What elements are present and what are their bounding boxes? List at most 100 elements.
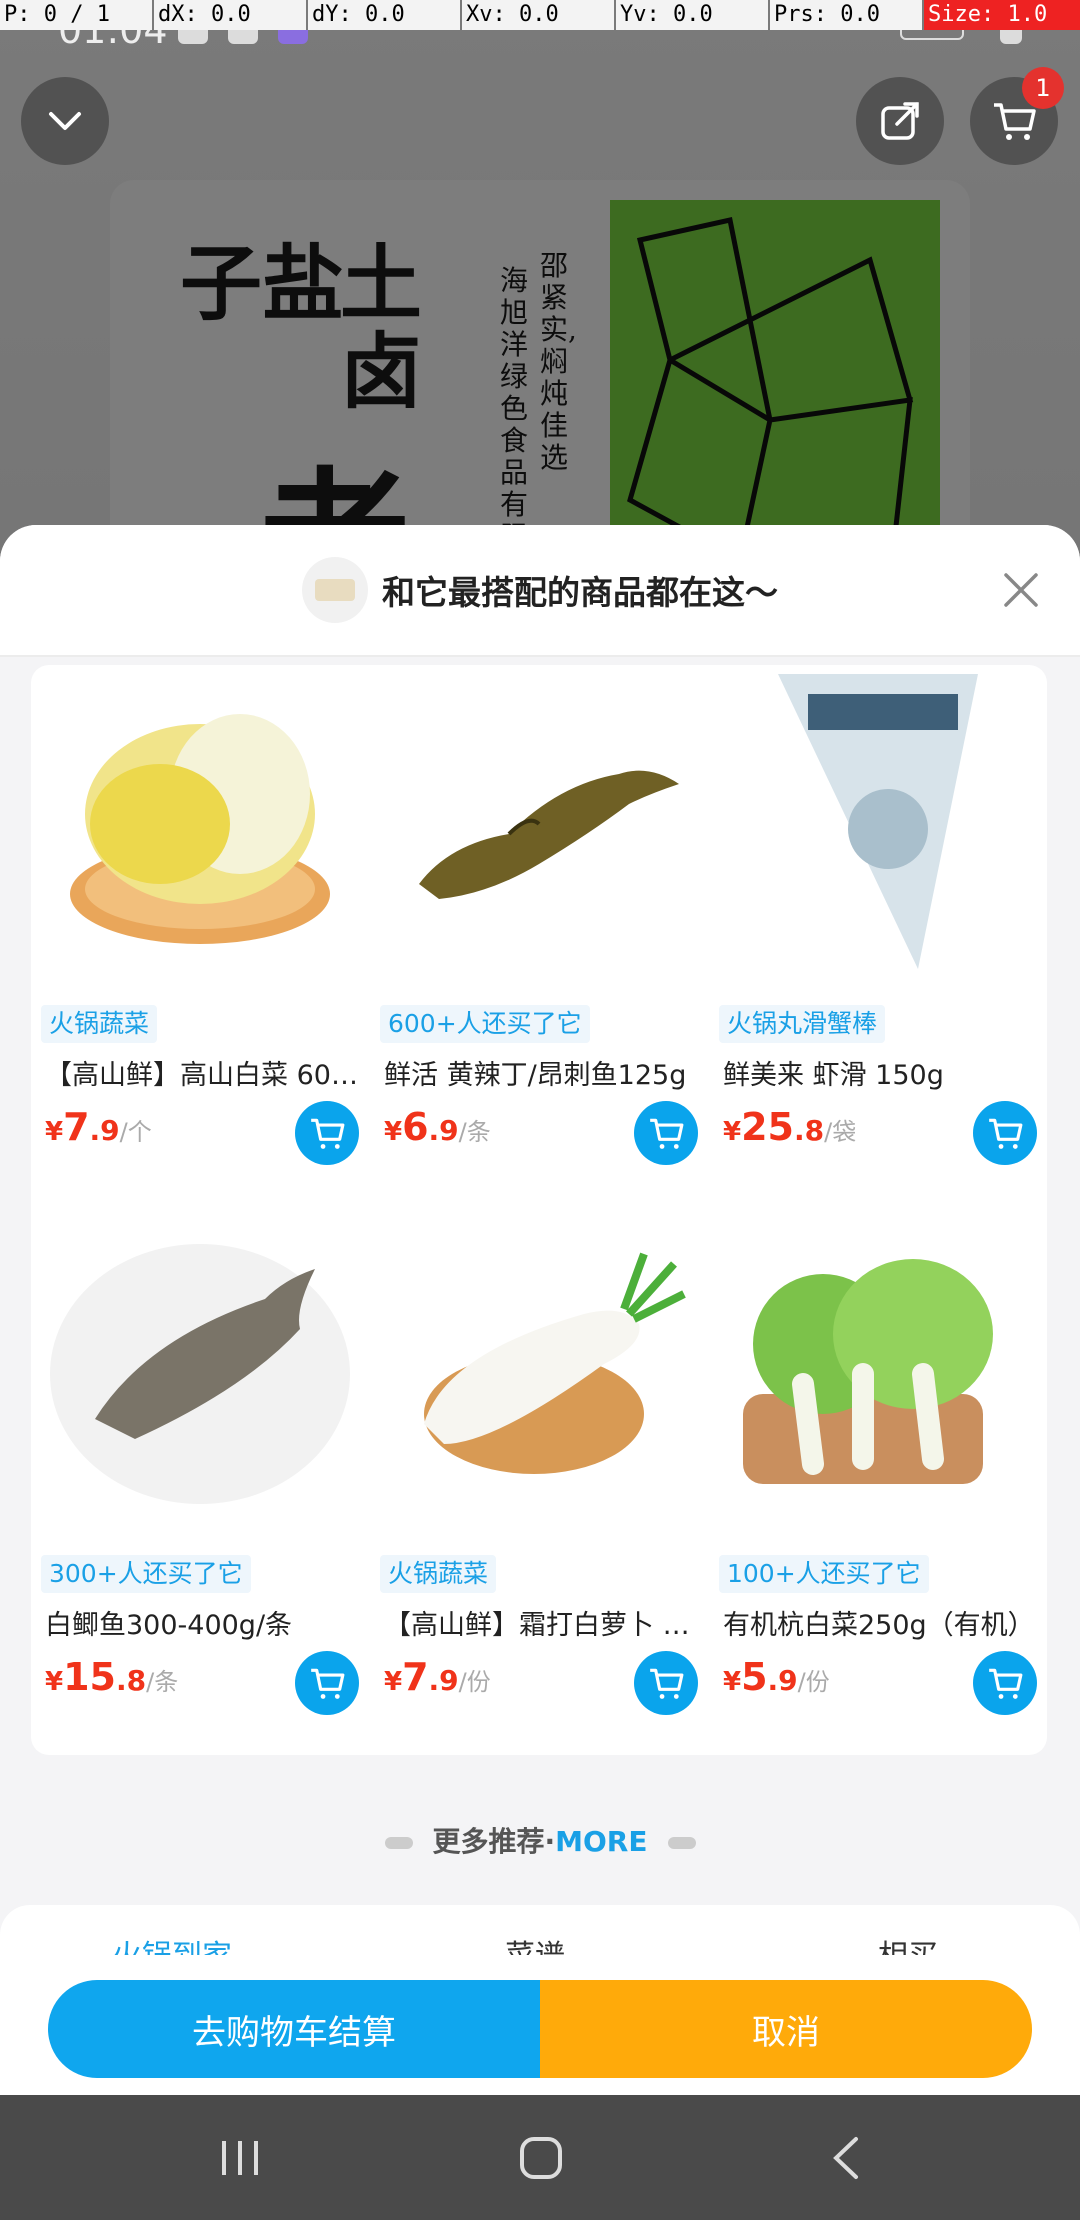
pointer-debug-bar: P: 0 / 1 dX: 0.0 dY: 0.0 Xv: 0.0 Yv: 0.0… (0, 0, 1080, 30)
price-integer: 15 (63, 1655, 116, 1699)
product-name: 【高山鲜】霜打白萝卜 500g (384, 1610, 698, 1641)
checkout-button[interactable]: 去购物车结算 (48, 1980, 540, 2078)
cart-count-badge: 1 (1022, 67, 1064, 109)
product-price: ¥6.9/条 (384, 1105, 491, 1149)
catfish-image (380, 665, 698, 983)
price-integer: 7 (63, 1105, 90, 1149)
more-label: 更多推荐· (432, 1825, 556, 1858)
bokchoy-image (719, 1215, 1037, 1533)
action-button-bar: 去购物车结算 取消 (48, 1980, 1032, 2078)
recent-apps-icon[interactable] (218, 2137, 262, 2179)
add-to-cart-button[interactable] (973, 1651, 1037, 1715)
product-price: ¥5.9/份 (723, 1655, 830, 1699)
product-price: ¥7.9/份 (384, 1655, 491, 1699)
price-integer: 25 (741, 1105, 794, 1149)
product-thumbnail (302, 557, 368, 623)
price-decimal: .9 (767, 1664, 798, 1697)
tab-buy-together[interactable]: 相买 (878, 1931, 938, 1955)
product-card[interactable]: 火锅丸滑蟹棒 鲜美来 虾滑 150g ¥25.8/袋 (709, 665, 1047, 1210)
add-to-cart-button[interactable] (295, 1651, 359, 1715)
product-price: ¥25.8/袋 (723, 1105, 856, 1149)
cart-icon (989, 1118, 1023, 1149)
price-decimal: .9 (428, 1114, 459, 1147)
add-to-cart-button[interactable] (634, 1651, 698, 1715)
product-card[interactable]: 火锅蔬菜 【高山鲜】霜打白萝卜 500g ¥7.9/份 (370, 1215, 708, 1760)
product-tag: 火锅蔬菜 (41, 1005, 158, 1043)
price-unit: /份 (458, 1668, 491, 1696)
product-name: 鲜美来 虾滑 150g (723, 1060, 944, 1091)
product-price: ¥7.9/个 (45, 1105, 152, 1149)
product-tag: 火锅蔬菜 (380, 1555, 497, 1593)
debug-dy: dY: 0.0 (308, 0, 462, 30)
more-recommendations[interactable]: 更多推荐·MORE (0, 1820, 1080, 1860)
cart-icon (311, 1118, 345, 1149)
add-to-cart-button[interactable] (973, 1101, 1037, 1165)
product-tag: 300+人还买了它 (41, 1555, 251, 1593)
tab-recipes[interactable]: 菜谱 (505, 1931, 565, 1955)
debug-p: P: 0 / 1 (0, 0, 154, 30)
tofu-image (315, 579, 355, 601)
product-tag: 600+人还买了它 (380, 1005, 590, 1043)
cart-icon (989, 1668, 1023, 1699)
price-currency: ¥ (45, 1667, 64, 1697)
crucian-fish-image (41, 1215, 359, 1533)
debug-dx: dX: 0.0 (154, 0, 308, 30)
system-nav-bar (0, 2095, 1080, 2220)
product-price: ¥15.8/条 (45, 1655, 178, 1699)
more-label-en: MORE (555, 1825, 648, 1858)
debug-yv: Yv: 0.0 (616, 0, 770, 30)
debug-xv: Xv: 0.0 (462, 0, 616, 30)
recommendation-sheet: 和它最搭配的商品都在这～ 火锅蔬菜 【高山鲜】高山白菜 600g ¥7.9/个 … (0, 525, 1080, 2095)
tab-hotpot[interactable]: 火锅到家 (112, 1931, 232, 1955)
back-icon[interactable] (828, 2135, 864, 2181)
cart-button[interactable]: 1 (970, 67, 1064, 165)
price-unit: /条 (458, 1118, 491, 1146)
cart-icon (311, 1668, 345, 1699)
collapse-button[interactable] (21, 77, 109, 165)
product-name: 鲜活 黄辣丁/昂刺鱼125g (384, 1060, 687, 1091)
price-integer: 7 (402, 1655, 429, 1699)
price-currency: ¥ (723, 1667, 742, 1697)
radish-image (380, 1215, 698, 1533)
price-decimal: .8 (115, 1664, 147, 1697)
share-icon (881, 102, 919, 140)
product-card[interactable]: 火锅蔬菜 【高山鲜】高山白菜 600g ¥7.9/个 (31, 665, 369, 1210)
product-grid: 火锅蔬菜 【高山鲜】高山白菜 600g ¥7.9/个 600+人还买了它 鲜活 … (31, 665, 1047, 1755)
home-icon[interactable] (518, 2135, 564, 2181)
product-card[interactable]: 600+人还买了它 鲜活 黄辣丁/昂刺鱼125g ¥6.9/条 (370, 665, 708, 1210)
sheet-title: 和它最搭配的商品都在这～ (382, 573, 778, 612)
add-to-cart-button[interactable] (295, 1101, 359, 1165)
decor-dots-right (667, 1837, 696, 1849)
product-card[interactable]: 300+人还买了它 白鲫鱼300-400g/条 ¥15.8/条 (31, 1215, 369, 1760)
close-icon[interactable] (998, 567, 1044, 613)
debug-size: Size: 1.0 (924, 0, 1080, 30)
add-to-cart-button[interactable] (634, 1101, 698, 1165)
product-name: 白鲫鱼300-400g/条 (45, 1610, 293, 1641)
price-integer: 5 (741, 1655, 768, 1699)
price-decimal: .8 (793, 1114, 825, 1147)
product-tag: 火锅丸滑蟹棒 (719, 1005, 886, 1043)
price-decimal: .9 (89, 1114, 120, 1147)
decor-dots-left (384, 1837, 413, 1849)
share-button[interactable] (856, 77, 944, 165)
price-currency: ¥ (384, 1667, 403, 1697)
price-unit: /条 (146, 1668, 179, 1696)
debug-prs: Prs: 0.0 (770, 0, 924, 30)
product-tag: 100+人还买了它 (719, 1555, 929, 1593)
price-unit: /袋 (824, 1118, 857, 1146)
cabbage-image (41, 665, 359, 983)
chevron-down-icon (49, 112, 81, 130)
price-decimal: .9 (428, 1664, 459, 1697)
product-name: 【高山鲜】高山白菜 600g (45, 1060, 359, 1091)
cart-icon (650, 1668, 684, 1699)
product-name: 有机杭白菜250g（有机） (723, 1610, 1035, 1641)
price-integer: 6 (402, 1105, 429, 1149)
product-card[interactable]: 100+人还买了它 有机杭白菜250g（有机） ¥5.9/份 (709, 1215, 1047, 1760)
price-currency: ¥ (384, 1117, 403, 1147)
price-unit: /份 (797, 1668, 830, 1696)
sheet-header: 和它最搭配的商品都在这～ (0, 525, 1080, 657)
price-currency: ¥ (723, 1117, 742, 1147)
cancel-button[interactable]: 取消 (540, 1980, 1032, 2078)
price-unit: /个 (119, 1118, 152, 1146)
cart-icon (650, 1118, 684, 1149)
